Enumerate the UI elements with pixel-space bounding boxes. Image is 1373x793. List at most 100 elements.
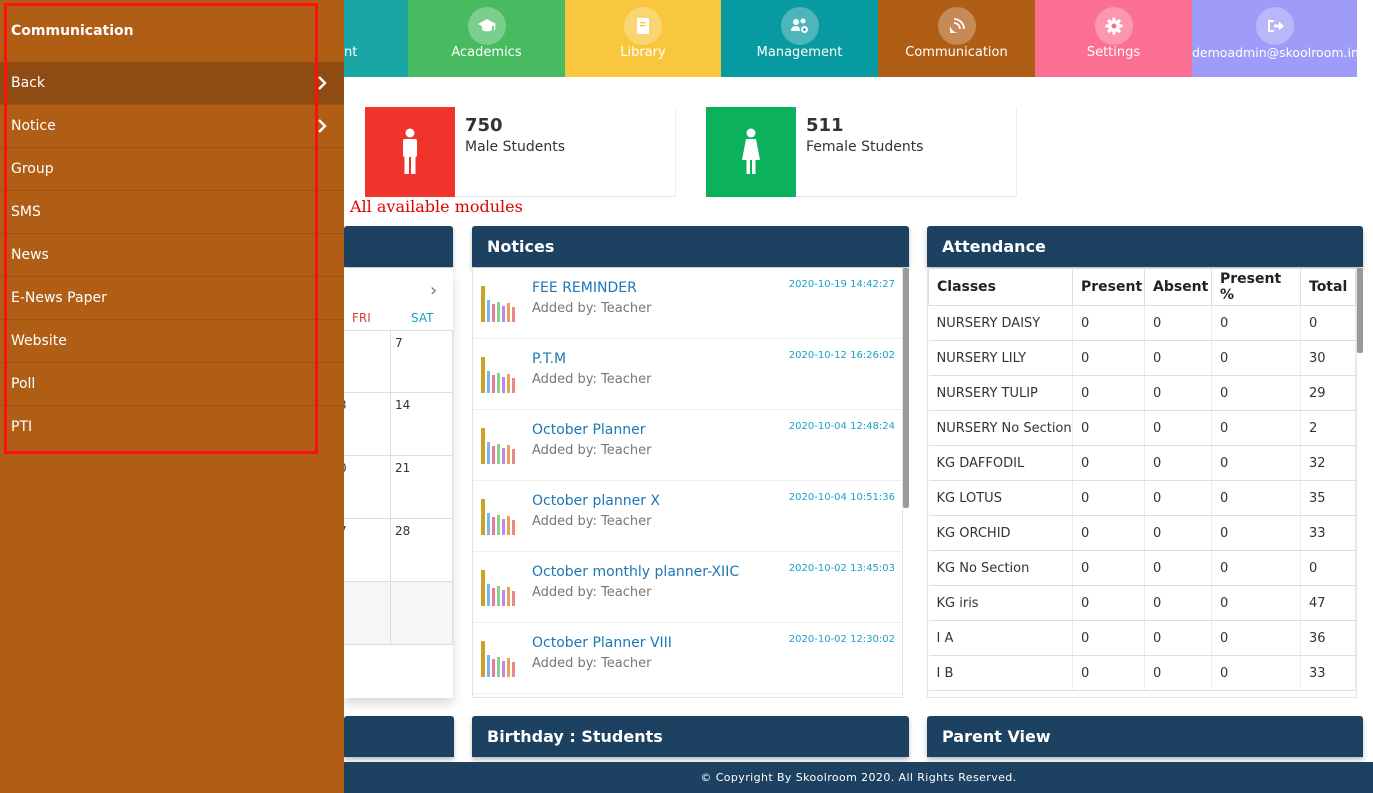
table-cell: 2 (1300, 410, 1356, 446)
male-label: Male Students (465, 139, 566, 155)
bottom-left-panel-header (344, 716, 454, 757)
notices-scrollbar[interactable] (903, 268, 909, 508)
calendar-cell[interactable]: 3 (344, 393, 391, 456)
notice-date: 2020-10-02 13:45:03 (788, 563, 895, 574)
table-cell: 0 (1072, 515, 1145, 551)
nav-tile-management[interactable]: Management (721, 0, 878, 77)
table-cell: 0 (1211, 550, 1301, 586)
table-row: KG No Section 0 0 0 0 (928, 550, 1356, 586)
chevron-right-icon[interactable]: › (430, 280, 437, 301)
table-cell: 0 (1072, 340, 1145, 376)
nav-tile-label: Settings (1086, 45, 1141, 60)
column-header[interactable]: Present % (1211, 268, 1301, 306)
notice-author: Added by: Teacher (532, 443, 652, 458)
communication-sidebar: Communication Back Notice Group SMS News… (0, 0, 344, 793)
notice-author: Added by: Teacher (532, 656, 652, 671)
table-cell: 0 (1072, 620, 1145, 656)
annotation-text: All available modules (350, 197, 523, 216)
column-header[interactable]: Absent (1144, 268, 1212, 306)
table-cell: 0 (1144, 655, 1212, 691)
notice-title[interactable]: October monthly planner-XIIC (532, 564, 739, 580)
table-cell: 0 (1144, 375, 1212, 411)
table-cell: 0 (1072, 375, 1145, 411)
calendar-cell[interactable]: 21 (391, 456, 453, 519)
notice-thumbnail-icon (481, 357, 515, 393)
table-cell: 0 (1072, 550, 1145, 586)
calendar-cell[interactable]: 28 (391, 519, 453, 582)
nav-tile-settings[interactable]: Settings (1035, 0, 1192, 77)
sign-out-icon (1255, 7, 1294, 45)
table-cell: I B (928, 655, 1073, 691)
table-row: KG LOTUS 0 0 0 35 (928, 480, 1356, 516)
table-cell: 0 (1144, 480, 1212, 516)
table-cell: 0 (1211, 515, 1301, 551)
table-cell: 0 (1144, 515, 1212, 551)
column-header[interactable]: Present (1072, 268, 1145, 306)
calendar-day-sat: SAT (411, 311, 434, 325)
table-cell: 0 (1144, 305, 1212, 341)
attendance-scrollbar[interactable] (1357, 268, 1363, 353)
notice-item[interactable]: October monthly planner-XIIC Added by: T… (473, 552, 901, 623)
table-row: NURSERY No Section 0 0 0 2 (928, 410, 1356, 446)
nav-tile-academics[interactable]: Academics (408, 0, 565, 77)
attendance-panel-header: Attendance (927, 226, 1363, 267)
calendar-cell[interactable] (344, 330, 391, 393)
male-count: 750 (465, 115, 503, 136)
column-header[interactable]: Total (1300, 268, 1356, 306)
table-cell: NURSERY LILY (928, 340, 1073, 376)
attendance-header-row: Classes Present Absent Present % Total (928, 268, 1356, 306)
table-cell: 0 (1211, 480, 1301, 516)
table-cell: 0 (1144, 550, 1212, 586)
calendar-cell[interactable]: 0 (344, 456, 391, 519)
table-row: I A 0 0 0 36 (928, 620, 1356, 656)
table-row: NURSERY DAISY 0 0 0 0 (928, 305, 1356, 341)
calendar-cell[interactable]: 14 (391, 393, 453, 456)
table-row: KG ORCHID 0 0 0 33 (928, 515, 1356, 551)
table-cell: KG No Section (928, 550, 1073, 586)
table-cell: 0 (1211, 340, 1301, 376)
nav-tile-account[interactable]: demoadmin@skoolroom.in (1192, 0, 1357, 77)
table-cell: 0 (1211, 655, 1301, 691)
table-cell: 0 (1211, 305, 1301, 341)
table-cell: 30 (1300, 340, 1356, 376)
notice-item[interactable]: FEE REMINDER Added by: Teacher 2020-10-1… (473, 268, 901, 339)
graduation-cap-icon (467, 7, 506, 45)
nav-tile-label: nt (344, 45, 358, 60)
notice-title[interactable]: October Planner VIII (532, 635, 672, 651)
attendance-title: Attendance (942, 237, 1046, 256)
notice-item[interactable]: October Planner VIII Added by: Teacher 2… (473, 623, 901, 694)
column-header[interactable]: Classes (928, 268, 1073, 306)
book-icon (624, 7, 662, 45)
nav-tile-label: demoadmin@skoolroom.in (1192, 45, 1357, 60)
notice-item[interactable]: October planner X Added by: Teacher 2020… (473, 481, 901, 552)
table-row: NURSERY TULIP 0 0 0 29 (928, 375, 1356, 411)
notice-title[interactable]: October Planner (532, 422, 646, 438)
notice-date: 2020-10-12 16:26:02 (788, 350, 895, 361)
copyright-text: © Copyright By Skoolroom 2020. All Right… (700, 771, 1017, 784)
notice-title[interactable]: P.T.M (532, 351, 566, 367)
nav-tile-library[interactable]: Library (565, 0, 721, 77)
notice-thumbnail-icon (481, 641, 515, 677)
notice-item[interactable]: P.T.M Added by: Teacher 2020-10-12 16:26… (473, 339, 901, 410)
calendar-cell[interactable] (344, 582, 391, 645)
birthday-panel-header: Birthday : Students (472, 716, 909, 757)
footer: © Copyright By Skoolroom 2020. All Right… (344, 762, 1373, 793)
table-row: KG iris 0 0 0 47 (928, 585, 1356, 621)
parent-view-title: Parent View (942, 727, 1051, 746)
users-cog-icon (780, 7, 819, 45)
notice-title[interactable]: FEE REMINDER (532, 280, 637, 296)
satellite-dish-icon (937, 7, 976, 45)
table-cell: 0 (1211, 585, 1301, 621)
notices-panel-header: Notices (472, 226, 909, 267)
annotation-highlight-box (4, 3, 318, 454)
calendar-cell[interactable]: 7 (391, 330, 453, 393)
table-cell: 0 (1211, 620, 1301, 656)
table-cell: NURSERY DAISY (928, 305, 1073, 341)
notice-date: 2020-10-04 10:51:36 (788, 492, 895, 503)
notice-item[interactable]: October Planner Added by: Teacher 2020-1… (473, 410, 901, 481)
table-cell: 0 (1072, 585, 1145, 621)
nav-tile-communication[interactable]: Communication (878, 0, 1035, 77)
notice-title[interactable]: October planner X (532, 493, 660, 509)
calendar-cell[interactable]: 7 (344, 519, 391, 582)
calendar-cell[interactable] (391, 582, 453, 645)
